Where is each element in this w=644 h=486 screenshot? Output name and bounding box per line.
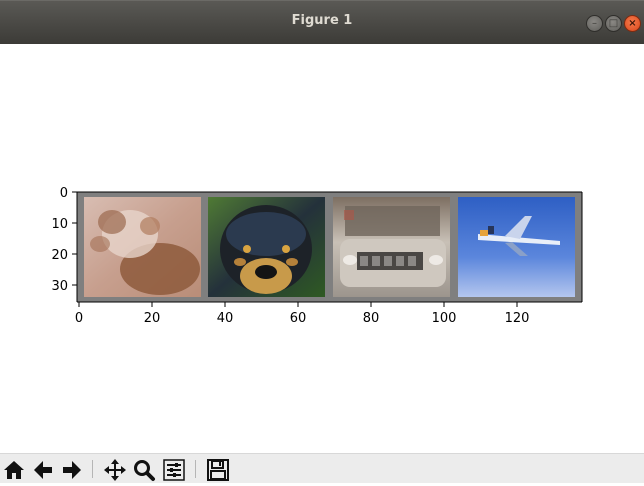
forward-icon bbox=[63, 461, 81, 479]
y-tick-0: 0 bbox=[60, 186, 68, 201]
configure-subplots-icon bbox=[163, 459, 185, 481]
window-title: Figure 1 bbox=[291, 13, 353, 28]
forward-button[interactable] bbox=[60, 458, 84, 482]
x-tick-100: 100 bbox=[432, 311, 457, 326]
maximize-icon: □ bbox=[608, 18, 619, 29]
back-button[interactable] bbox=[31, 458, 55, 482]
x-axis-ticks: 0 20 40 60 80 100 120 bbox=[75, 302, 530, 326]
x-tick-60: 60 bbox=[290, 311, 307, 326]
image-dog-light bbox=[84, 197, 201, 297]
image-dog-black bbox=[208, 197, 325, 297]
image-airplane bbox=[458, 197, 575, 297]
minimize-button[interactable]: – bbox=[586, 15, 603, 32]
save-button[interactable] bbox=[206, 458, 230, 482]
maximize-button[interactable]: □ bbox=[605, 15, 622, 32]
home-button[interactable] bbox=[2, 458, 26, 482]
y-tick-10: 10 bbox=[51, 217, 68, 232]
x-tick-20: 20 bbox=[144, 311, 161, 326]
y-tick-30: 30 bbox=[51, 279, 68, 294]
figure-canvas[interactable]: 0 10 20 30 0 20 40 60 80 100 120 bbox=[0, 44, 644, 453]
y-tick-20: 20 bbox=[51, 248, 68, 263]
toolbar-separator bbox=[92, 460, 93, 478]
pan-button[interactable] bbox=[103, 458, 127, 482]
navigation-toolbar bbox=[0, 453, 644, 483]
back-icon bbox=[34, 461, 52, 479]
zoom-icon bbox=[134, 460, 155, 481]
save-icon bbox=[207, 459, 229, 481]
x-tick-40: 40 bbox=[217, 311, 234, 326]
home-icon bbox=[4, 461, 24, 479]
x-tick-120: 120 bbox=[505, 311, 530, 326]
minimize-icon: – bbox=[592, 18, 597, 29]
window-titlebar[interactable]: Figure 1 – □ × bbox=[0, 0, 644, 44]
zoom-button[interactable] bbox=[132, 458, 156, 482]
toolbar-separator-2 bbox=[195, 460, 196, 478]
y-axis-ticks: 0 10 20 30 bbox=[51, 186, 77, 294]
pan-icon bbox=[104, 459, 126, 481]
close-button[interactable]: × bbox=[624, 15, 641, 32]
x-tick-80: 80 bbox=[363, 311, 380, 326]
close-icon: × bbox=[628, 18, 637, 29]
image-car bbox=[333, 197, 450, 297]
configure-subplots-button[interactable] bbox=[162, 458, 186, 482]
x-tick-0: 0 bbox=[75, 311, 83, 326]
figure-axes: 0 10 20 30 0 20 40 60 80 100 120 bbox=[51, 186, 583, 326]
